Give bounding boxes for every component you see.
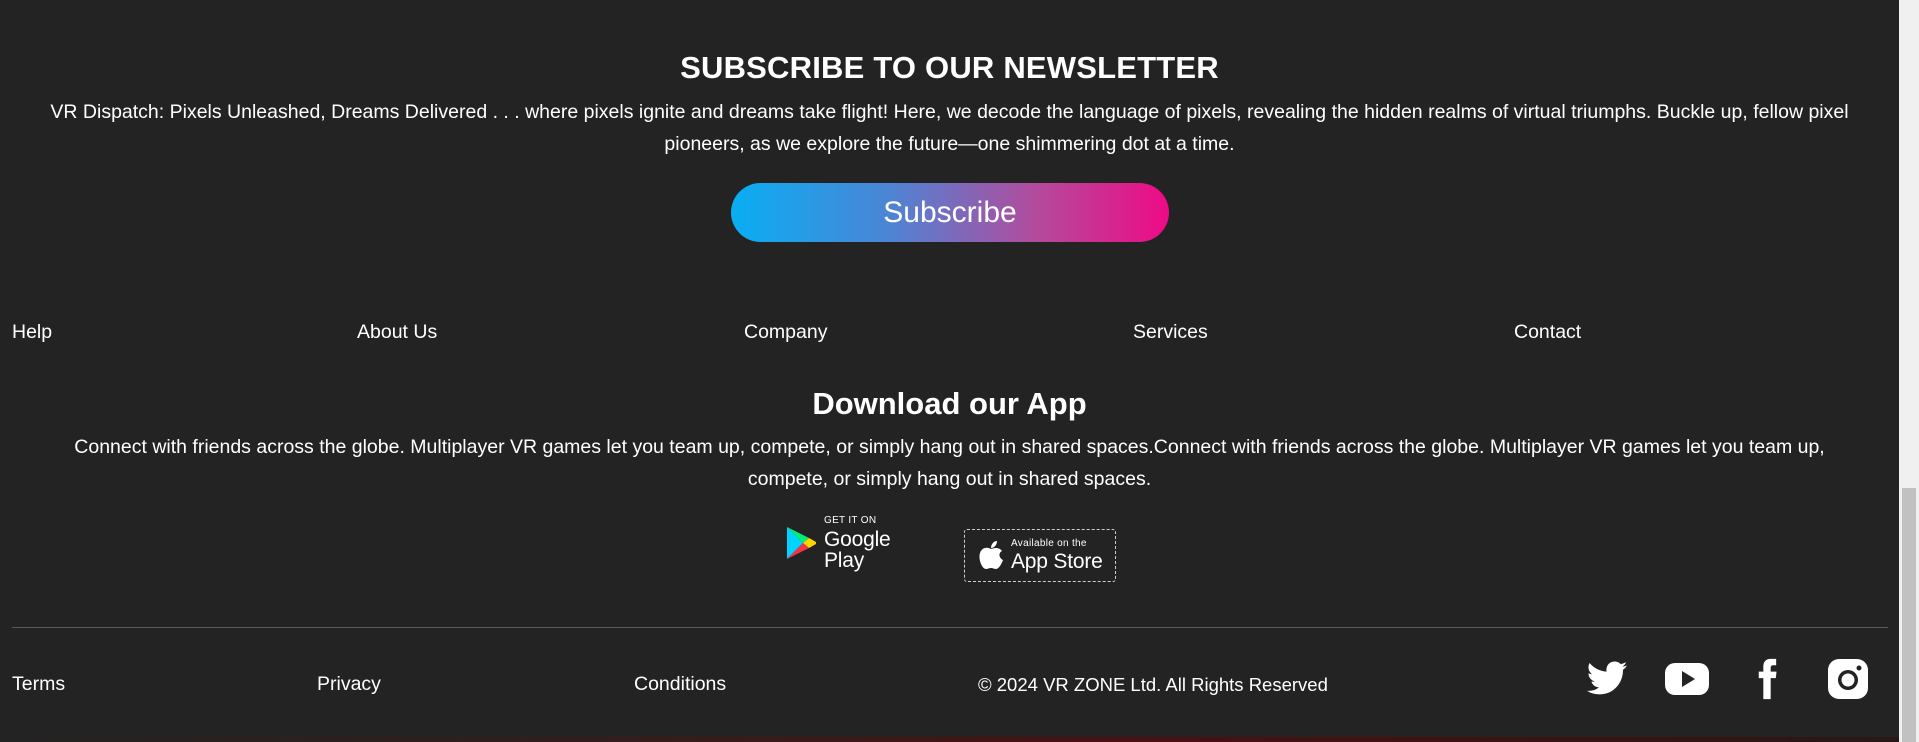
subscribe-button[interactable]: Subscribe [731,183,1169,242]
apple-icon [977,540,1005,572]
nav-link-help[interactable]: Help [12,321,52,344]
app-section-description: Connect with friends across the globe. M… [74,436,1825,490]
newsletter-title: SUBSCRIBE TO OUR NEWSLETTER [680,50,1219,85]
footer-link-privacy[interactable]: Privacy [317,673,381,696]
google-play-badge[interactable]: GET IT ON Google Play [784,515,936,571]
nav-link-about-us[interactable]: About Us [357,321,437,344]
google-play-small-text: GET IT ON [824,514,877,526]
facebook-icon[interactable] [1745,657,1789,701]
app-store-badge[interactable]: Available on the App Store [964,529,1116,582]
google-play-big-text: Google Play [824,527,891,572]
google-play-icon [784,525,818,561]
newsletter-description: VR Dispatch: Pixels Unleashed, Dreams De… [50,101,1849,155]
copyright-text: © 2024 VR ZONE Ltd. All Rights Reserved [978,674,1328,695]
app-store-text: Available on the App Store [1011,538,1103,573]
youtube-icon[interactable] [1664,657,1709,701]
app-section-title: Download our App [812,386,1087,421]
twitter-icon[interactable] [1585,657,1629,701]
footer-link-terms[interactable]: Terms [12,673,65,696]
google-play-text: GET IT ON Google Play [824,514,936,572]
footer-link-conditions[interactable]: Conditions [634,673,726,696]
footer-divider [12,627,1888,628]
instagram-icon[interactable] [1826,657,1870,701]
footer-page: SUBSCRIBE TO OUR NEWSLETTER VR Dispatch:… [0,0,1899,742]
nav-link-company[interactable]: Company [744,321,827,344]
nav-link-contact[interactable]: Contact [1514,321,1581,344]
scrollbar-thumb[interactable] [1902,488,1916,742]
app-store-big-text: App Store [1011,550,1103,573]
nav-link-services[interactable]: Services [1133,321,1208,344]
app-store-small-text: Available on the [1011,538,1087,549]
vertical-scrollbar[interactable] [1899,0,1919,742]
bottom-strip [0,737,1899,742]
